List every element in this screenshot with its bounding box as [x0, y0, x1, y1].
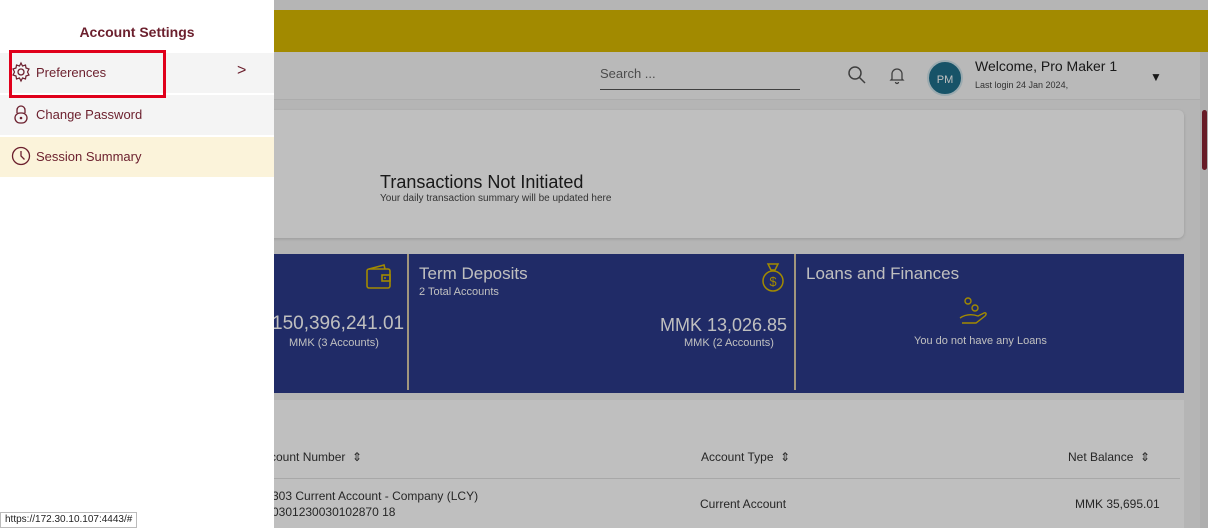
- status-bar-url: https://172.30.10.107:4443/#: [0, 512, 138, 528]
- clock-icon: [10, 145, 32, 167]
- menu-item-change-password[interactable]: Change Password: [0, 95, 274, 135]
- account-settings-drawer: Account Settings Preferences > Change Pa…: [0, 0, 274, 528]
- chevron-right-icon[interactable]: >: [237, 62, 246, 80]
- lock-icon: [10, 103, 32, 125]
- menu-item-session-summary[interactable]: Session Summary: [0, 137, 274, 177]
- drawer-title: Account Settings: [79, 24, 195, 40]
- highlight-box: [9, 50, 166, 98]
- menu-item-label: Session Summary: [36, 149, 142, 164]
- menu-item-label: Change Password: [36, 107, 143, 122]
